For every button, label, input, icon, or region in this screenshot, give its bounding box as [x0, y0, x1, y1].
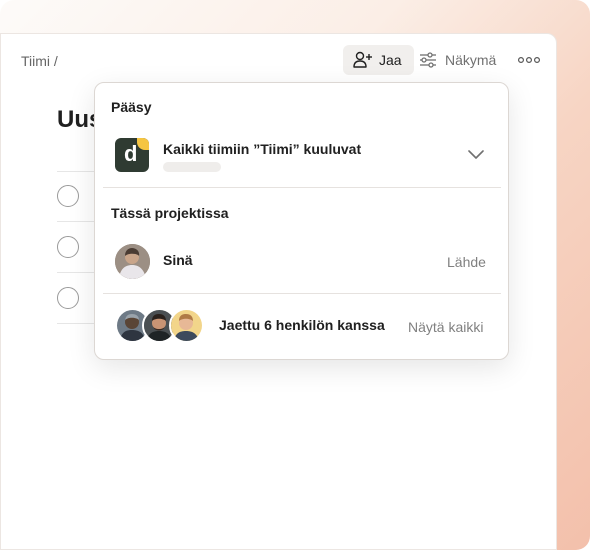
person-photo-icon	[171, 310, 202, 341]
divider	[103, 293, 501, 294]
share-label: Jaa	[379, 52, 402, 68]
view-button[interactable]: Näkymä	[419, 45, 509, 75]
show-all-link[interactable]: Näytä kaikki	[408, 319, 483, 335]
me-label: Sinä	[163, 252, 193, 268]
more-dots-icon	[518, 56, 540, 64]
in-project-section-title: Tässä projektissa	[111, 205, 229, 221]
share-popover: Pääsy d Kaikki tiimiin ”Tiimi” kuuluvat …	[94, 82, 509, 360]
divider	[103, 187, 501, 188]
team-logo: d	[115, 138, 149, 172]
person-photo-icon	[115, 244, 150, 279]
shared-with-label: Jaettu 6 henkilön kanssa	[219, 317, 385, 333]
task-checkbox[interactable]	[57, 287, 79, 309]
task-checkbox[interactable]	[57, 236, 79, 258]
more-options-button[interactable]	[518, 45, 540, 75]
sliders-icon	[420, 52, 436, 68]
share-button[interactable]: Jaa	[343, 45, 414, 75]
view-label: Näkymä	[445, 52, 497, 68]
add-person-icon	[353, 51, 372, 68]
task-checkbox[interactable]	[57, 185, 79, 207]
leave-link[interactable]: Lähde	[447, 254, 486, 270]
chevron-down-icon[interactable]	[468, 150, 484, 160]
avatar	[169, 308, 204, 343]
breadcrumb[interactable]: Tiimi /	[21, 53, 58, 69]
team-access-label: Kaikki tiimiin ”Tiimi” kuuluvat	[163, 141, 362, 157]
avatar	[115, 244, 150, 279]
team-logo-letter: d	[124, 141, 138, 166]
access-section-title: Pääsy	[111, 99, 152, 115]
team-logo-dot	[137, 138, 149, 150]
placeholder-bar	[163, 162, 221, 172]
